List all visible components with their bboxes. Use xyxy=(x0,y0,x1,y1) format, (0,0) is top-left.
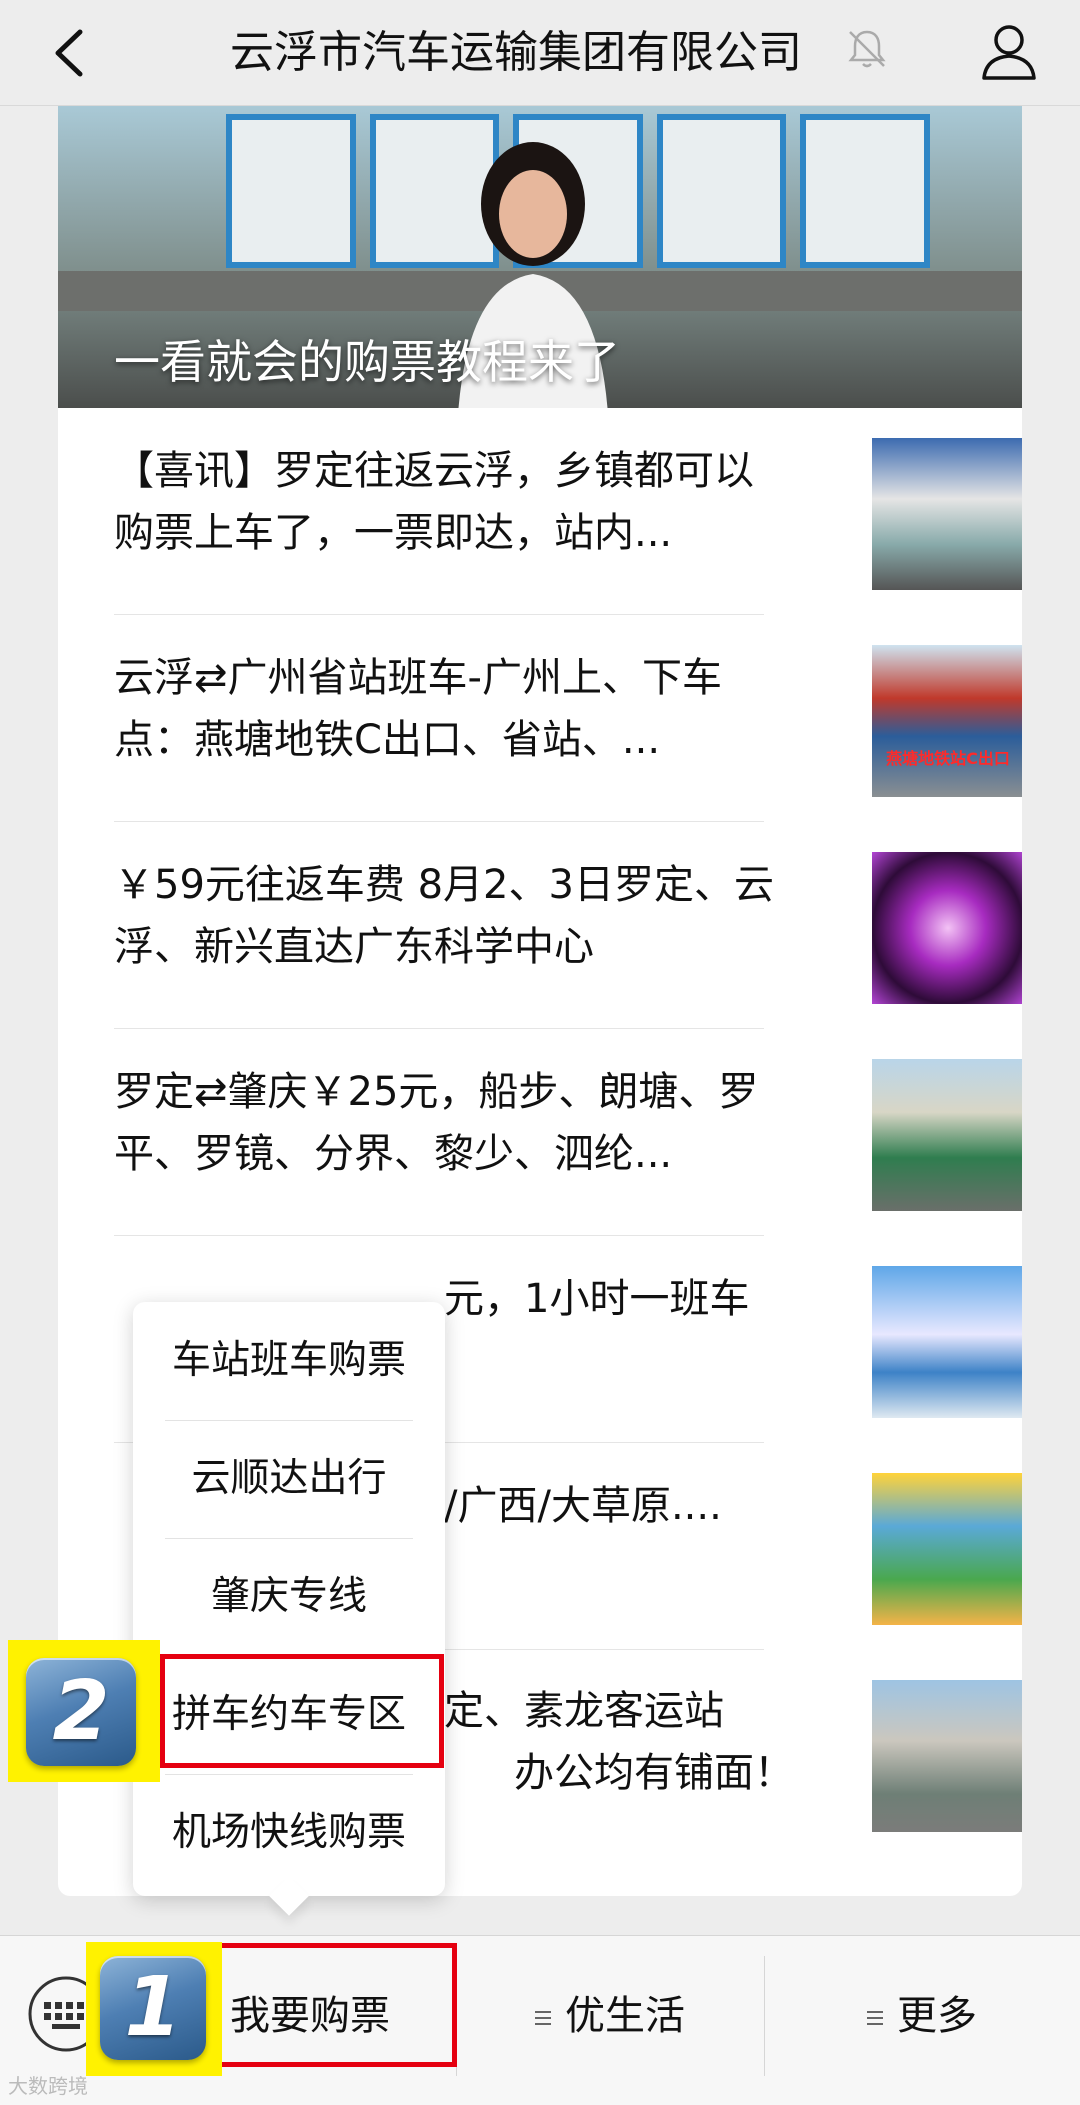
tab-label: 优生活 xyxy=(565,1993,685,2039)
chevron-left-icon[interactable] xyxy=(36,18,106,88)
article-title-line-2: 办公均有铺面！ xyxy=(514,1750,794,1796)
menu-lines-icon xyxy=(867,2007,883,2029)
article-item[interactable]: ￥59元往返车费 8月2、3日罗定、云浮、新兴直达广东科学中心 xyxy=(114,822,1022,1029)
article-thumbnail xyxy=(872,1473,1022,1625)
watermark: 大数跨境 xyxy=(8,2074,88,2098)
article-title: 元，1小时一班车 xyxy=(444,1276,750,1322)
article-title: /广西/大草原.... xyxy=(444,1483,722,1529)
step-badge-1: 1 xyxy=(86,1942,222,2076)
article-thumbnail xyxy=(872,1266,1022,1418)
tab-better-life[interactable]: 优生活 xyxy=(456,1956,764,2076)
tab-label: 更多 xyxy=(897,1993,977,2039)
article-title: 罗定⇄肇庆￥25元，船步、朗塘、罗平、罗镜、分界、黎少、泗纶... xyxy=(114,1069,759,1177)
buy-ticket-highlight-box xyxy=(205,1943,457,2067)
bell-off-icon xyxy=(848,30,886,68)
article-title: ￥59元往返车费 8月2、3日罗定、云浮、新兴直达广东科学中心 xyxy=(114,862,774,970)
hero-banner[interactable]: 一看就会的购票教程来了 xyxy=(58,106,1022,408)
hero-caption: 一看就会的购票教程来了 xyxy=(114,335,620,389)
menu-item-airport-express[interactable]: 机场快线购票 xyxy=(133,1774,445,1892)
person-icon[interactable] xyxy=(976,18,1042,84)
ticket-submenu: 车站班车购票 云顺达出行 肇庆专线 拼车约车专区 机场快线购票 xyxy=(133,1302,445,1916)
menu-lines-icon xyxy=(535,2007,551,2029)
article-title: 云浮⇄广州省站班车-广州上、下车点：燕塘地铁C出口、省站、... xyxy=(114,655,722,763)
article-item[interactable]: 罗定⇄肇庆￥25元，船步、朗塘、罗平、罗镜、分界、黎少、泗纶... xyxy=(114,1029,1022,1236)
article-item[interactable]: 云浮⇄广州省站班车-广州上、下车点：燕塘地铁C出口、省站、... 燕塘地铁站C出… xyxy=(114,615,1022,822)
step-badge-2: 2 xyxy=(8,1640,160,1782)
article-title: 【喜讯】罗定往返云浮，乡镇都可以购票上车了，一票即达，站内... xyxy=(114,448,754,556)
article-thumbnail xyxy=(872,1680,1022,1832)
menu-item-zhaoqing-line[interactable]: 肇庆专线 xyxy=(133,1538,445,1656)
article-thumbnail xyxy=(872,1059,1022,1211)
article-thumbnail xyxy=(872,438,1022,590)
thumbnail-label: 燕塘地铁站C出口 xyxy=(886,749,1010,768)
menu-item-station-bus-ticket[interactable]: 车站班车购票 xyxy=(133,1302,445,1420)
article-item[interactable]: 【喜讯】罗定往返云浮，乡镇都可以购票上车了，一票即达，站内... xyxy=(114,408,1022,615)
page-title: 云浮市汽车运输集团有限公司 xyxy=(230,27,802,78)
article-thumbnail xyxy=(872,852,1022,1004)
article-thumbnail: 燕塘地铁站C出口 xyxy=(872,645,1022,797)
menu-item-yunshunda[interactable]: 云顺达出行 xyxy=(133,1420,445,1538)
tab-more[interactable]: 更多 xyxy=(764,1956,1080,2076)
top-nav-bar: 云浮市汽车运输集团有限公司 xyxy=(0,0,1080,106)
carpool-highlight-box xyxy=(160,1654,444,1768)
